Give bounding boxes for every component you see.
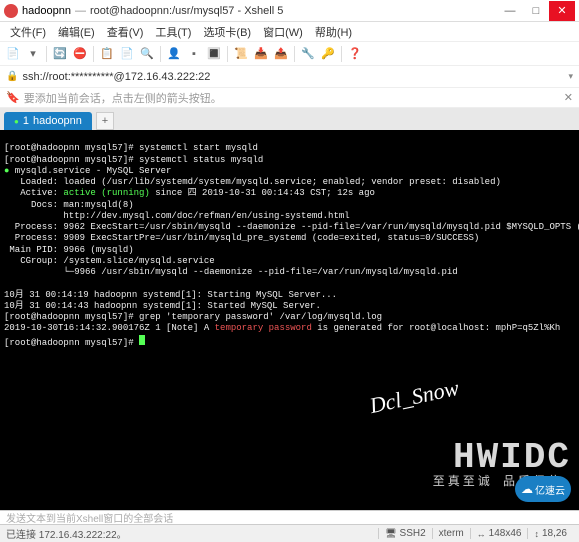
line: 2019-10-30T16:14:32.900176Z 1 [Note] A <box>4 323 215 333</box>
watermark-brand: HWIDC <box>453 435 571 480</box>
menu-file[interactable]: 文件(F) <box>4 24 52 40</box>
properties-icon[interactable]: 👤 <box>165 45 183 63</box>
line: └─9966 /usr/sbin/mysqld --daemonize --pi… <box>4 267 458 277</box>
status-active: active (running) <box>63 188 149 198</box>
cloud-icon: ☁ <box>521 482 533 496</box>
reconnect-icon[interactable]: 🔄 <box>51 45 69 63</box>
line: http://dev.mysql.com/doc/refman/en/using… <box>4 211 350 221</box>
status-size: 148x46 <box>489 528 522 539</box>
line: Main PID: 9966 (mysqld) <box>4 245 134 255</box>
address-text[interactable]: ssh://root:**********@172.16.43.222:22 <box>22 71 568 83</box>
close-button[interactable]: ✕ <box>549 1 575 21</box>
tab-bar: ● 1 hadoopnn + <box>0 108 579 130</box>
menu-tabs[interactable]: 选项卡(B) <box>197 24 257 40</box>
status-pos: 18,26 <box>542 528 567 539</box>
line: CGroup: /system.slice/mysqld.service <box>4 256 215 266</box>
ssh-icon: 🖥 <box>385 528 396 539</box>
toolbar: 📄 ▾ 🔄 ⛔ 📋 📄 🔍 👤 ▪ 🔳 📜 📥 📤 🔧 🔑 ❓ <box>0 42 579 66</box>
status-bar: 已连接 172.16.43.222:22。 🖥 SSH2 xterm ↔148x4… <box>0 524 579 542</box>
size-icon: ↔ <box>477 529 486 539</box>
tab-status-icon: ● <box>14 117 19 126</box>
address-bar: 🔒 ssh://root:**********@172.16.43.222:22… <box>0 66 579 88</box>
dropdown-icon[interactable]: ▾ <box>24 45 42 63</box>
line: 10月 31 00:14:43 hadoopnn systemd[1]: Sta… <box>4 301 321 311</box>
maximize-button[interactable]: □ <box>523 1 549 21</box>
line: is generated for root@localhost: mphP=q5… <box>312 323 560 333</box>
line: Docs: man:mysqld(8) <box>4 200 134 210</box>
cmd: grep 'temporary password' /var/log/mysql… <box>139 312 382 322</box>
line: 10月 31 00:14:19 hadoopnn systemd[1]: Sta… <box>4 290 337 300</box>
menu-view[interactable]: 查看(V) <box>101 24 150 40</box>
paste-icon[interactable]: 📄 <box>118 45 136 63</box>
tools-icon[interactable]: 🔧 <box>299 45 317 63</box>
bookmark-icon[interactable]: 🔖 <box>6 91 20 104</box>
status-connection: 已连接 172.16.43.222:22。 <box>6 526 378 541</box>
tab-name: hadoopnn <box>33 115 82 127</box>
add-tab-button[interactable]: + <box>96 112 114 130</box>
pos-icon: ↕ <box>534 529 539 539</box>
upload-icon[interactable]: 📤 <box>272 45 290 63</box>
hint-text: 要添加当前会话，点击左侧的箭头按钮。 <box>24 90 222 106</box>
brand-text: 亿速云 <box>535 482 565 497</box>
hint-bar: 🔖 要添加当前会话，点击左侧的箭头按钮。 ✕ <box>0 88 579 108</box>
highlight: temporary password <box>215 323 312 333</box>
cursor <box>139 335 145 345</box>
line: Loaded: loaded (/usr/lib/systemd/system/… <box>4 177 501 187</box>
prompt: [root@hadoopnn mysql57]# <box>4 312 139 322</box>
minimize-button[interactable]: — <box>497 1 523 21</box>
app-icon <box>4 4 18 18</box>
prompt: [root@hadoopnn mysql57]# <box>4 155 139 165</box>
keys-icon[interactable]: 🔑 <box>319 45 337 63</box>
search-icon[interactable]: 🔍 <box>138 45 156 63</box>
line: Process: 9909 ExecStartPre=/usr/bin/mysq… <box>4 233 479 243</box>
line: Active: <box>4 188 63 198</box>
help-icon[interactable]: ❓ <box>346 45 364 63</box>
brand-badge: ☁ 亿速云 <box>515 476 571 502</box>
menu-bar: 文件(F) 编辑(E) 查看(V) 工具(T) 选项卡(B) 窗口(W) 帮助(… <box>0 22 579 42</box>
menu-edit[interactable]: 编辑(E) <box>52 24 101 40</box>
menu-help[interactable]: 帮助(H) <box>309 24 358 40</box>
chevron-down-icon[interactable]: ▾ <box>568 71 573 82</box>
session-tab[interactable]: ● 1 hadoopnn <box>4 112 92 130</box>
menu-window[interactable]: 窗口(W) <box>257 24 309 40</box>
copy-icon[interactable]: 📋 <box>98 45 116 63</box>
disconnect-icon[interactable]: ⛔ <box>71 45 89 63</box>
compose-input[interactable]: 发送文本到当前Xshell窗口的全部会话 <box>0 510 579 524</box>
status-term: xterm <box>432 528 470 539</box>
cmd: systemctl status mysqld <box>139 155 263 165</box>
prompt: [root@hadoopnn mysql57]# <box>4 143 139 153</box>
terminal[interactable]: [root@hadoopnn mysql57]# systemctl start… <box>0 130 579 510</box>
watermark-signature: Dcl_Snow <box>367 373 461 419</box>
lock-icon: 🔒 <box>6 71 18 82</box>
color-icon[interactable]: 🔳 <box>205 45 223 63</box>
font-icon[interactable]: ▪ <box>185 45 203 63</box>
title-bar: hadoopnn — root@hadoopnn:/usr/mysql57 - … <box>0 0 579 22</box>
line: since 四 2019-10-31 00:14:43 CST; 12s ago <box>150 188 375 198</box>
new-session-icon[interactable]: 📄 <box>4 45 22 63</box>
line: mysqld.service - MySQL Server <box>9 166 171 176</box>
script-icon[interactable]: 📜 <box>232 45 250 63</box>
transfer-icon[interactable]: 📥 <box>252 45 270 63</box>
line: Process: 9962 ExecStart=/usr/sbin/mysqld… <box>4 222 579 232</box>
tab-num: 1 <box>23 115 29 127</box>
menu-tools[interactable]: 工具(T) <box>149 24 197 40</box>
cmd: systemctl start mysqld <box>139 143 258 153</box>
hint-close-icon[interactable]: ✕ <box>564 91 573 104</box>
title-app: hadoopnn <box>22 5 71 17</box>
title-path: root@hadoopnn:/usr/mysql57 - Xshell 5 <box>90 5 497 17</box>
prompt: [root@hadoopnn mysql57]# <box>4 338 139 348</box>
status-ssh: SSH2 <box>400 528 426 539</box>
